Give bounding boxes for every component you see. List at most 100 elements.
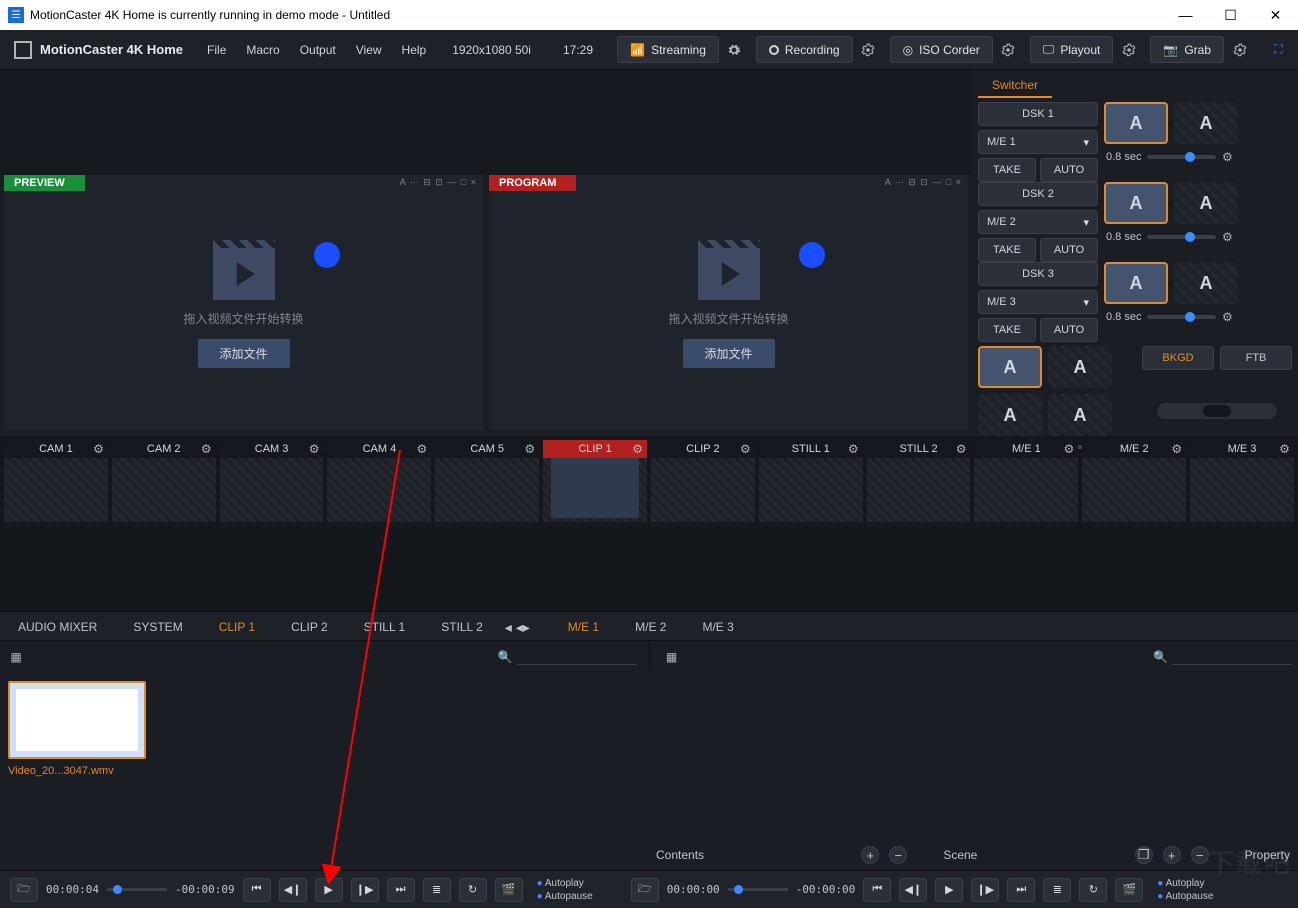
skip-start-button[interactable]: ⏮ — [863, 878, 891, 902]
grab-button[interactable]: 📷Grab — [1150, 36, 1224, 63]
iso-gear-icon[interactable] — [995, 36, 1022, 63]
take-button[interactable]: TAKE — [978, 238, 1036, 262]
source-slot[interactable]: CAM 1 ⚙ — [4, 440, 108, 522]
gear-icon[interactable]: ⚙ — [309, 442, 320, 456]
gear-icon[interactable]: ⚙ — [1064, 442, 1075, 456]
tab-clip 2[interactable]: CLIP 2 — [273, 612, 345, 640]
preview-add-file-button[interactable]: 添加文件 — [197, 339, 289, 368]
scrub-slider[interactable] — [107, 888, 167, 891]
source-slot[interactable]: CAM 2 ⚙ — [112, 440, 216, 522]
source-slot[interactable]: CAM 3 ⚙ — [220, 440, 324, 522]
clapboard-icon[interactable]: 🎬 — [495, 878, 523, 902]
grab-gear-icon[interactable] — [1226, 36, 1253, 63]
dsk-button[interactable]: DSK 3 — [978, 262, 1098, 286]
switcher-tab[interactable]: Switcher — [978, 74, 1052, 98]
take-button[interactable]: TAKE — [978, 158, 1036, 182]
me-browser[interactable]: Contents + − Scene ❐ + − Property — [648, 673, 1298, 870]
gear-icon[interactable]: ⚙ — [524, 442, 535, 456]
menu-help[interactable]: Help — [392, 43, 437, 57]
play-button[interactable]: ▶ — [315, 878, 343, 902]
minimize-button[interactable]: — — [1163, 0, 1208, 30]
remove-content-button[interactable]: − — [889, 846, 907, 864]
gear-icon[interactable]: ⚙ — [956, 442, 967, 456]
menu-macro[interactable]: Macro — [236, 43, 289, 57]
browse-button[interactable]: 🗁 — [10, 878, 38, 902]
copy-scene-button[interactable]: ❐ — [1135, 846, 1153, 864]
skip-start-button[interactable]: ⏮ — [243, 878, 271, 902]
remove-scene-button[interactable]: − — [1191, 846, 1209, 864]
playout-button[interactable]: 🖵Playout — [1030, 36, 1114, 63]
tab-still 1[interactable]: STILL 1 — [346, 612, 424, 640]
gear-icon[interactable]: ⚙ — [417, 442, 428, 456]
tab-system[interactable]: SYSTEM — [115, 612, 200, 640]
gear-icon[interactable]: ⚙ — [1222, 310, 1238, 324]
list-icon[interactable]: ≣ — [1043, 878, 1071, 902]
autoplay-label[interactable]: Autoplay — [545, 878, 584, 889]
source-slot[interactable]: CLIP 1 ⚙ — [543, 440, 647, 522]
maximize-button[interactable]: ☐ — [1208, 0, 1253, 30]
step-back-button[interactable]: ◀❙ — [279, 878, 307, 902]
browse-button[interactable]: 🗁 — [631, 878, 659, 902]
tab-still 2[interactable]: STILL 2 — [423, 612, 501, 640]
gear-icon[interactable]: ⚙ — [1279, 442, 1290, 456]
tab-m-e 1[interactable]: M/E 1 — [550, 612, 617, 640]
dsk-a-button[interactable]: A — [1174, 182, 1238, 224]
menu-file[interactable]: File — [197, 43, 236, 57]
source-slot[interactable]: M/E 3 ⚙ — [1190, 440, 1294, 522]
skip-end-button[interactable]: ⏭ — [1007, 878, 1035, 902]
step-fwd-button[interactable]: ❙▶ — [351, 878, 379, 902]
streaming-gear-icon[interactable] — [721, 36, 748, 63]
ftb-button[interactable]: FTB — [1220, 346, 1292, 370]
dsk-button[interactable]: DSK 1 — [978, 102, 1098, 126]
grid-view-icon[interactable]: ▦ — [662, 647, 682, 667]
clapboard-icon[interactable]: 🎬 — [1115, 878, 1143, 902]
source-slot[interactable]: STILL 1 ⚙ — [759, 440, 863, 522]
gear-icon[interactable]: ⚙ — [1222, 150, 1238, 164]
bkgd-button[interactable]: BKGD — [1142, 346, 1214, 370]
grid-view-icon[interactable]: ▦ — [6, 647, 26, 667]
skip-end-button[interactable]: ⏭ — [387, 878, 415, 902]
program-add-file-button[interactable]: 添加文件 — [682, 339, 774, 368]
me-select[interactable]: M/E 3▾ — [978, 290, 1098, 314]
clip-search[interactable]: 🔍 — [498, 650, 637, 665]
recording-button[interactable]: Recording — [756, 36, 853, 63]
tabs-nav-icon[interactable]: ◂ ◂▸ — [501, 612, 534, 640]
loop-icon[interactable]: ↻ — [459, 878, 487, 902]
gear-icon[interactable]: ⚙ — [1171, 442, 1182, 456]
me-search[interactable]: 🔍 — [1153, 650, 1292, 665]
add-content-button[interactable]: + — [861, 846, 879, 864]
program-monitor[interactable]: PROGRAM A ⋯ ⊟ ⊡ — □ × 拖入视频文件开始转换 添加文件 — [489, 175, 968, 430]
source-slot[interactable]: STILL 2 ⚙ — [867, 440, 971, 522]
search-input[interactable] — [1172, 650, 1292, 665]
layer-a-button[interactable]: A — [1048, 346, 1112, 388]
gear-icon[interactable]: ⚙ — [740, 442, 751, 456]
layer-a-button[interactable]: A — [1048, 394, 1112, 436]
me-select[interactable]: M/E 1▾ — [978, 130, 1098, 154]
step-back-button[interactable]: ◀❙ — [899, 878, 927, 902]
duration-slider[interactable] — [1147, 155, 1216, 159]
gear-icon[interactable]: ⚙ — [848, 442, 859, 456]
add-scene-button[interactable]: + — [1163, 846, 1181, 864]
source-slot[interactable]: CLIP 2 ⚙ — [651, 440, 755, 522]
take-button[interactable]: TAKE — [978, 318, 1036, 342]
autoplay-label[interactable]: Autoplay — [1166, 878, 1205, 889]
dsk-a-button[interactable]: A — [1104, 262, 1168, 304]
step-fwd-button[interactable]: ❙▶ — [971, 878, 999, 902]
gear-icon[interactable]: ⚙ — [1222, 230, 1238, 244]
dsk-button[interactable]: DSK 2 — [978, 182, 1098, 206]
gear-icon[interactable]: ⚙ — [201, 442, 212, 456]
duration-slider[interactable] — [1147, 315, 1216, 319]
dsk-a-button[interactable]: A — [1174, 262, 1238, 304]
auto-button[interactable]: AUTO — [1040, 238, 1098, 262]
source-slot[interactable]: CAM 4 ⚙ — [327, 440, 431, 522]
recording-gear-icon[interactable] — [855, 36, 882, 63]
dsk-a-button[interactable]: A — [1174, 102, 1238, 144]
streaming-button[interactable]: 📶Streaming — [617, 36, 719, 63]
menu-output[interactable]: Output — [290, 43, 346, 57]
source-slot[interactable]: M/E 2 ⚙ — [1082, 440, 1186, 522]
me-select[interactable]: M/E 2▾ — [978, 210, 1098, 234]
dsk-a-button[interactable]: A — [1104, 182, 1168, 224]
source-slot[interactable]: CAM 5 ⚙ — [435, 440, 539, 522]
clip-item[interactable]: Video_20...3047.wmv — [8, 681, 146, 777]
iso-corder-button[interactable]: ◎ISO Corder — [890, 36, 993, 63]
